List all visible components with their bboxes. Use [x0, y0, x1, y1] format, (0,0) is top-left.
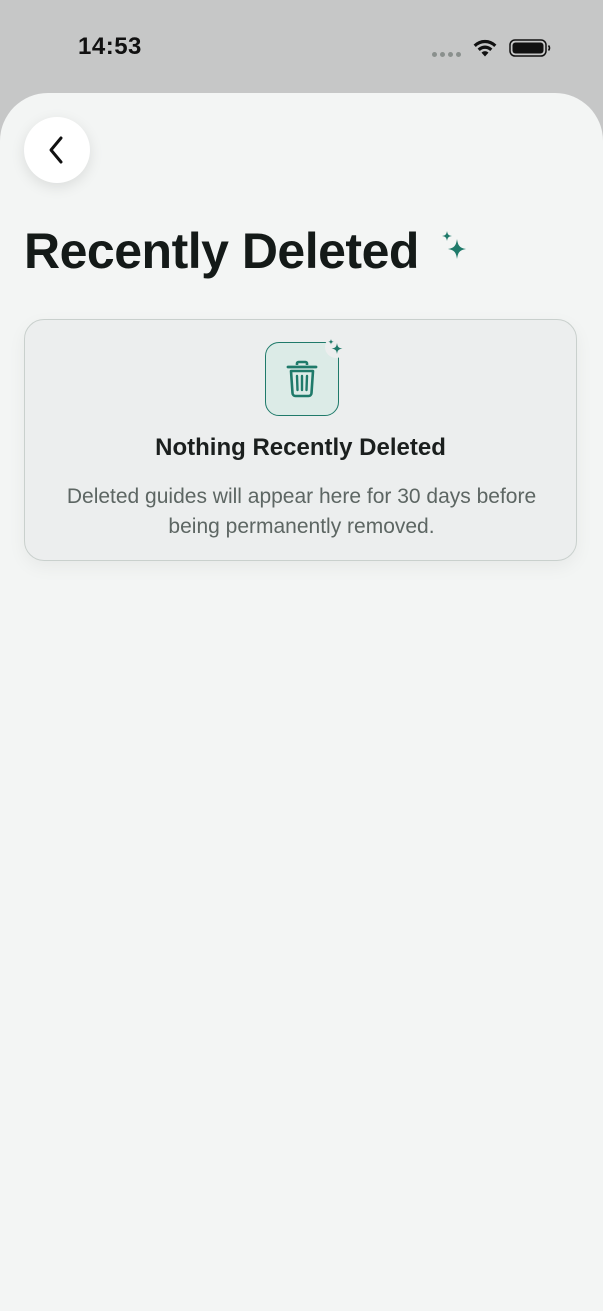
- empty-state-title: Nothing Recently Deleted: [155, 434, 446, 461]
- cellular-dots-icon: [432, 52, 461, 57]
- back-button[interactable]: [24, 117, 90, 183]
- sparkles-icon: [442, 231, 466, 259]
- battery-icon: [509, 39, 551, 57]
- sparkles-icon: [328, 339, 343, 354]
- sparkles-badge: [325, 336, 347, 358]
- trash-icon: [286, 360, 318, 398]
- empty-state-description: Deleted guides will appear here for 30 d…: [66, 485, 537, 538]
- empty-state-card: Nothing Recently Deleted Deleted guides …: [24, 319, 577, 561]
- chevron-left-icon: [49, 136, 63, 164]
- page-title: Recently Deleted: [24, 223, 419, 279]
- status-time: 14:53: [78, 33, 142, 60]
- wifi-icon: [473, 39, 497, 57]
- status-bar: 14:53: [0, 0, 603, 93]
